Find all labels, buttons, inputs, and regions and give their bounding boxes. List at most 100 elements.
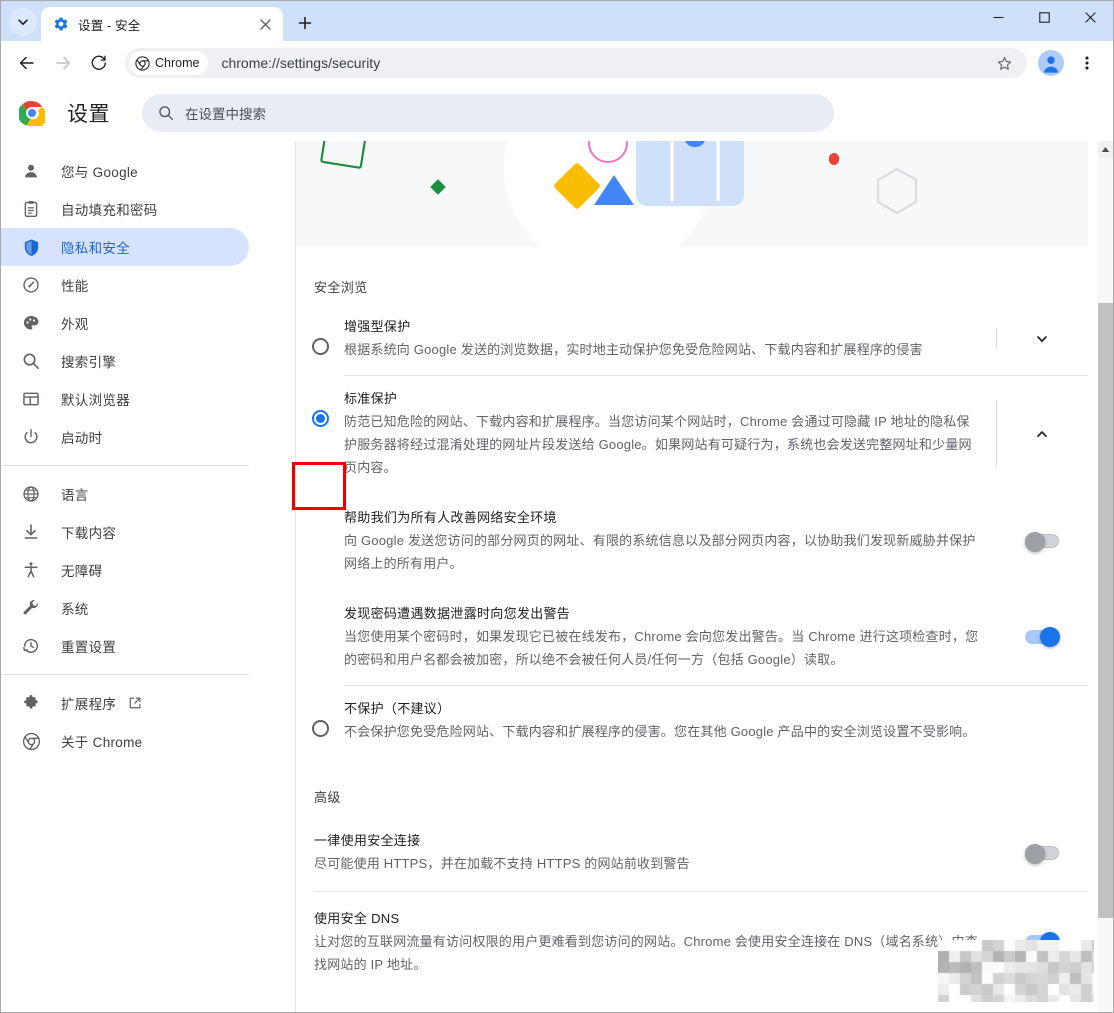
gear-icon bbox=[54, 17, 68, 31]
tab-settings-security[interactable]: 设置 - 安全 bbox=[41, 7, 283, 41]
sidebar-item-label: 性能 bbox=[61, 279, 89, 294]
always-use-secure-connections-toggle[interactable] bbox=[1025, 843, 1059, 864]
safe-browsing-section-label: 安全浏览 bbox=[314, 280, 368, 295]
reload-button[interactable] bbox=[84, 48, 114, 78]
sidebar-item-you-and-google[interactable]: 您与 Google bbox=[1, 152, 249, 190]
search-icon bbox=[21, 351, 41, 371]
close-icon bbox=[1084, 12, 1096, 23]
chrome-icon bbox=[135, 55, 150, 71]
bookmark-star-button[interactable] bbox=[990, 49, 1018, 77]
settings-search-input[interactable]: 在设置中搜索 bbox=[142, 94, 834, 132]
sidebar-item-privacy-and-security[interactable]: 隐私和安全 bbox=[1, 228, 249, 266]
sidebar-item-appearance[interactable]: 外观 bbox=[1, 304, 249, 342]
chrome-origin-chip[interactable]: Chrome bbox=[129, 51, 209, 75]
privacy-banner-illustration bbox=[296, 141, 1088, 247]
address-bar[interactable]: Chrome chrome://settings/security bbox=[125, 48, 1027, 78]
standard-protection-tail bbox=[996, 388, 1088, 479]
vertical-separator bbox=[996, 328, 997, 349]
scrollbar-track[interactable] bbox=[1098, 158, 1113, 1012]
settings-content: 安全浏览 增强型保护 根据系统向 Google 发送的浏览数据，实时地主动保护您… bbox=[296, 141, 1113, 992]
password-leak-toggle[interactable] bbox=[1025, 627, 1060, 647]
new-tab-button[interactable] bbox=[291, 9, 319, 37]
browser-toolbar: Chrome chrome://settings/security bbox=[1, 41, 1113, 85]
secure-dns-text: 使用安全 DNS 让对您的互联网流量有访问权限的用户更难看到您访问的网站。Chr… bbox=[314, 908, 996, 976]
sidebar-item-label: 无障碍 bbox=[61, 564, 103, 579]
secure-connections-text: 一律使用安全连接 尽可能使用 HTTPS，并在加载不支持 HTTPS 的网站前收… bbox=[314, 830, 996, 875]
vertical-separator bbox=[996, 400, 997, 467]
sidebar-item-label: 启动时 bbox=[61, 431, 103, 446]
banner-blue-drop bbox=[685, 141, 705, 147]
sidebar-item-extensions[interactable]: 扩展程序 bbox=[1, 684, 249, 722]
avatar-icon bbox=[1038, 50, 1064, 76]
tab-close-button[interactable] bbox=[255, 14, 275, 34]
sidebar-item-label: 语言 bbox=[61, 488, 89, 503]
browser-icon bbox=[21, 389, 41, 409]
page-title: 设置 bbox=[67, 103, 110, 126]
banner-blue-triangle bbox=[594, 175, 634, 205]
option-no-protection[interactable]: 不保护（不建议） 不会保护您免受危险网站、下载内容和扩展程序的侵害。您在其他 G… bbox=[296, 686, 1088, 757]
tab-title: 设置 - 安全 bbox=[78, 18, 141, 33]
sidebar-item-on-startup[interactable]: 启动时 bbox=[1, 418, 249, 456]
enhanced-protection-radio[interactable] bbox=[311, 338, 329, 355]
browser-window: 设置 - 安全 Chrome chrome://settings/securit… bbox=[0, 0, 1114, 1013]
sub-option-description: 向 Google 发送您访问的部分网页的网址、有限的系统信息以及部分网页内容，以… bbox=[344, 533, 976, 571]
wrench-icon bbox=[21, 598, 41, 618]
row-title: 使用安全 DNS bbox=[314, 911, 400, 926]
plus-icon bbox=[298, 16, 312, 30]
row-always-use-secure-connections[interactable]: 一律使用安全连接 尽可能使用 HTTPS，并在加载不支持 HTTPS 的网站前收… bbox=[296, 814, 1088, 891]
enhanced-protection-expand-button[interactable] bbox=[1027, 324, 1057, 354]
profile-avatar-button[interactable] bbox=[1036, 48, 1066, 78]
close-window-button[interactable] bbox=[1067, 1, 1113, 34]
content-scrollbar[interactable] bbox=[1098, 141, 1113, 1012]
address-bar-url: chrome://settings/security bbox=[221, 55, 381, 71]
sidebar-item-search-engine[interactable]: 搜索引擎 bbox=[1, 342, 249, 380]
sidebar-item-reset-settings[interactable]: 重置设置 bbox=[1, 627, 249, 665]
advanced-section-label: 高级 bbox=[314, 790, 341, 805]
accessibility-icon bbox=[21, 560, 41, 580]
standard-protection-text: 标准保护 防范已知危险的网站、下载内容和扩展程序。当您访问某个网站时，Chrom… bbox=[344, 388, 996, 479]
no-protection-radio[interactable] bbox=[311, 720, 329, 737]
sidebar-item-label: 关于 Chrome bbox=[61, 735, 143, 750]
tab-search-button[interactable] bbox=[9, 8, 37, 36]
password-leak-tail bbox=[996, 603, 1088, 671]
option-enhanced-protection[interactable]: 增强型保护 根据系统向 Google 发送的浏览数据，实时地主动保护您免受危险网… bbox=[296, 304, 1088, 375]
sidebar-item-label: 您与 Google bbox=[61, 165, 138, 180]
enhanced-protection-radio-hit[interactable] bbox=[296, 316, 344, 355]
sidebar-item-accessibility[interactable]: 无障碍 bbox=[1, 551, 249, 589]
help-improve-toggle[interactable] bbox=[1025, 532, 1059, 552]
sidebar-divider bbox=[1, 674, 249, 675]
no-protection-text: 不保护（不建议） 不会保护您免受危险网站、下载内容和扩展程序的侵害。您在其他 G… bbox=[344, 698, 996, 743]
scrollbar-up-button[interactable] bbox=[1098, 141, 1113, 158]
settings-header: 设置 在设置中搜索 bbox=[1, 85, 1113, 141]
maximize-button[interactable] bbox=[1021, 1, 1067, 34]
chevron-down-icon bbox=[18, 19, 28, 25]
standard-protection-radio[interactable] bbox=[311, 410, 329, 427]
browser-menu-button[interactable] bbox=[1072, 48, 1102, 78]
settings-page: 设置 在设置中搜索 您与 Google 自动填充和密码 隐私和安全 性能 外观 … bbox=[1, 85, 1113, 1012]
no-protection-radio-hit[interactable] bbox=[296, 698, 344, 737]
settings-content-scroll[interactable]: 安全浏览 增强型保护 根据系统向 Google 发送的浏览数据，实时地主动保护您… bbox=[296, 141, 1113, 1012]
sidebar-item-label: 隐私和安全 bbox=[61, 241, 130, 256]
sidebar-item-languages[interactable]: 语言 bbox=[1, 475, 249, 513]
standard-protection-collapse-button[interactable] bbox=[1027, 419, 1057, 449]
scrollbar-thumb[interactable] bbox=[1098, 303, 1113, 919]
forward-button[interactable] bbox=[48, 48, 78, 78]
back-button[interactable] bbox=[12, 48, 42, 78]
standard-protection-radio-hit[interactable] bbox=[296, 388, 344, 427]
sidebar-item-label: 下载内容 bbox=[61, 526, 117, 541]
option-title: 增强型保护 bbox=[344, 319, 411, 334]
sidebar-item-default-browser[interactable]: 默认浏览器 bbox=[1, 380, 249, 418]
help-improve-tail bbox=[996, 507, 1088, 575]
minimize-button[interactable] bbox=[975, 1, 1021, 34]
chevron-up-icon bbox=[1037, 430, 1047, 437]
row-description: 让对您的互联网流量有访问权限的用户更难看到您访问的网站。Chrome 会使用安全… bbox=[314, 934, 978, 972]
arrow-forward-icon bbox=[56, 56, 71, 70]
sidebar-item-about-chrome[interactable]: 关于 Chrome bbox=[1, 722, 249, 760]
sidebar-item-system[interactable]: 系统 bbox=[1, 589, 249, 627]
option-standard-protection[interactable]: 标准保护 防范已知危险的网站、下载内容和扩展程序。当您访问某个网站时，Chrom… bbox=[296, 376, 1088, 493]
enhanced-protection-text: 增强型保护 根据系统向 Google 发送的浏览数据，实时地主动保护您免受危险网… bbox=[344, 316, 996, 361]
sidebar-item-performance[interactable]: 性能 bbox=[1, 266, 249, 304]
sidebar-item-downloads[interactable]: 下载内容 bbox=[1, 513, 249, 551]
palette-icon bbox=[21, 313, 41, 333]
sidebar-item-autofill[interactable]: 自动填充和密码 bbox=[1, 190, 249, 228]
